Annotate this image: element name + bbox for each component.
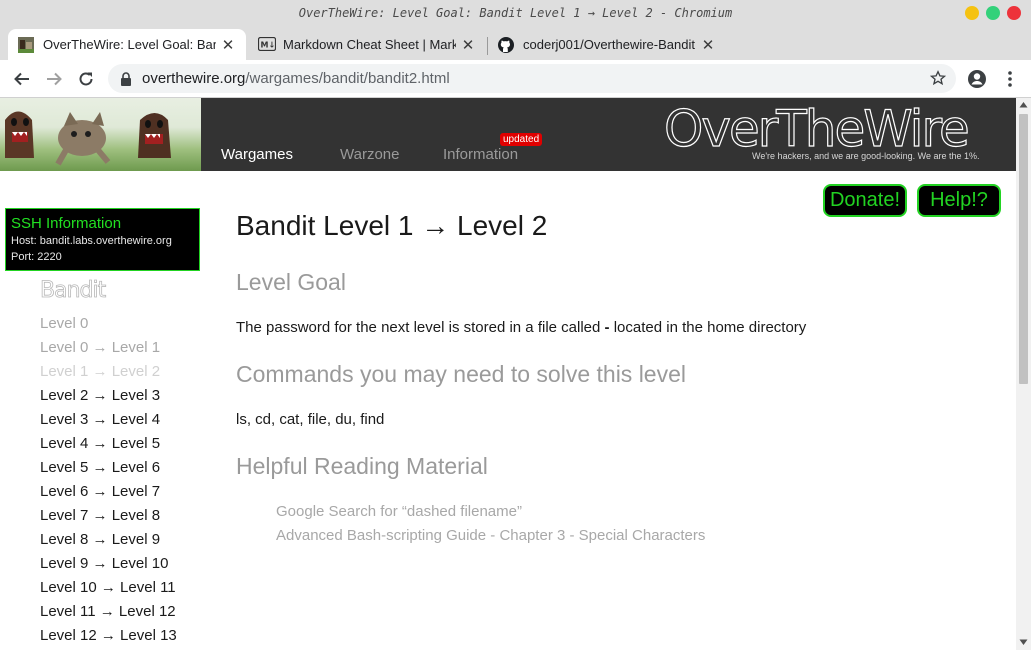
logo-text: OverTheWire xyxy=(664,102,968,152)
updated-badge: updated xyxy=(500,133,543,146)
nav-warzone[interactable]: Warzone xyxy=(340,146,399,163)
sidebar-item-level-0[interactable]: Level 0 xyxy=(40,312,177,336)
help-button[interactable]: Help!? xyxy=(917,184,1001,217)
forward-button[interactable] xyxy=(42,67,66,91)
sidebar-item-level-12-13[interactable]: Level 12 → Level 13 xyxy=(40,624,177,648)
window-titlebar: OverTheWire: Level Goal: Bandit Level 1 … xyxy=(0,0,1031,26)
window-title: OverTheWire: Level Goal: Bandit Level 1 … xyxy=(298,6,733,20)
close-tab-icon[interactable]: ✕ xyxy=(700,36,716,54)
sidebar-item-level-11-12[interactable]: Level 11 → Level 12 xyxy=(40,600,177,624)
page-title: Bandit Level 1 → Level 2 xyxy=(236,210,548,241)
nav-wargames[interactable]: Wargames xyxy=(221,146,293,163)
ssh-port: Port: 2220 xyxy=(11,251,62,263)
sidebar-item-level-6-7[interactable]: Level 6 → Level 7 xyxy=(40,480,177,504)
site-header: Wargames Warzone Information updated Ove… xyxy=(0,98,1016,171)
page-content: Wargames Warzone Information updated Ove… xyxy=(0,98,1016,650)
browser-menu-button[interactable] xyxy=(998,67,1022,91)
url-host: overthewire.org xyxy=(142,70,246,87)
reload-icon xyxy=(79,72,93,86)
tab-strip: OverTheWire: Level Goal: Bandit Level 1 … xyxy=(0,26,1031,81)
close-tab-icon[interactable]: ✕ xyxy=(220,36,236,54)
tab-overthewire[interactable]: OverTheWire: Level Goal: Bandit Level 1 … xyxy=(8,29,246,60)
svg-text:M↓: M↓ xyxy=(261,40,276,49)
goal-text-start: The password for the next level is store… xyxy=(236,319,605,336)
sidebar-item-level-4-5[interactable]: Level 4 → Level 5 xyxy=(40,432,177,456)
ssh-title: SSH Information xyxy=(11,215,122,232)
sidebar-item-level-10-11[interactable]: Level 10 → Level 11 xyxy=(40,576,177,600)
goal-text-end: located in the home directory xyxy=(609,319,807,336)
tab-markdown-cheat-sheet[interactable]: M↓ Markdown Cheat Sheet | Markdown Guide… xyxy=(248,29,486,60)
back-arrow-icon xyxy=(14,72,29,86)
account-icon xyxy=(968,70,986,88)
sidebar-item-level-9-10[interactable]: Level 9 → Level 10 xyxy=(40,552,177,576)
kebab-menu-icon xyxy=(1008,71,1012,87)
donate-button[interactable]: Donate! xyxy=(823,184,907,217)
commands-heading: Commands you may need to solve this leve… xyxy=(236,361,686,387)
bandit-logo: Bandit xyxy=(40,278,107,304)
close-tab-icon[interactable]: ✕ xyxy=(460,36,476,54)
level-goal-text: The password for the next level is store… xyxy=(236,319,806,336)
browser-toolbar: overthewire.org/wargames/bandit/bandit2.… xyxy=(0,60,1031,98)
lock-icon xyxy=(121,71,131,86)
tab-label: Markdown Cheat Sheet | Markdown Guide xyxy=(283,37,456,52)
nav-information[interactable]: Information xyxy=(443,146,518,163)
github-icon xyxy=(498,36,514,53)
markdown-icon: M↓ xyxy=(257,36,277,53)
sidebar-item-level-8-9[interactable]: Level 8 → Level 9 xyxy=(40,528,177,552)
sidebar-item-level-7-8[interactable]: Level 7 → Level 8 xyxy=(40,504,177,528)
scrollbar-thumb[interactable] xyxy=(1019,114,1028,384)
forward-arrow-icon xyxy=(47,72,62,86)
scroll-down-icon[interactable] xyxy=(1019,639,1028,646)
tab-label: coderj001/Overthewire-Bandit xyxy=(523,37,695,52)
page-scrollbar[interactable] xyxy=(1016,98,1031,650)
sidebar-item-level-2-3[interactable]: Level 2 → Level 3 xyxy=(40,384,177,408)
tab-label: OverTheWire: Level Goal: Bandit Level 1 … xyxy=(43,37,216,52)
header-mascot-image xyxy=(0,98,201,171)
overthewire-logo[interactable]: OverTheWire xyxy=(662,102,982,152)
tab-github-repo[interactable]: coderj001/Overthewire-Bandit ✕ xyxy=(488,29,726,60)
sidebar-item-level-3-4[interactable]: Level 3 → Level 4 xyxy=(40,408,177,432)
maximize-button[interactable] xyxy=(986,6,1000,20)
bookmark-star-icon[interactable] xyxy=(930,70,946,86)
level-sidebar: Level 0 Level 0 → Level 1 Level 1 → Leve… xyxy=(40,312,177,648)
close-window-button[interactable] xyxy=(1007,6,1021,20)
level-goal-heading: Level Goal xyxy=(236,269,346,295)
commands-text: ls, cd, cat, file, du, find xyxy=(236,411,385,428)
reading-link-google-search[interactable]: Google Search for “dashed filename” xyxy=(276,503,522,520)
scroll-up-icon[interactable] xyxy=(1019,101,1028,108)
address-bar[interactable]: overthewire.org/wargames/bandit/bandit2.… xyxy=(108,64,956,93)
otw-favicon-icon xyxy=(18,36,34,53)
sidebar-item-level-5-6[interactable]: Level 5 → Level 6 xyxy=(40,456,177,480)
sidebar-item-level-1-2[interactable]: Level 1 → Level 2 xyxy=(40,360,177,384)
back-button[interactable] xyxy=(10,67,34,91)
reload-button[interactable] xyxy=(74,67,98,91)
logo-tagline: We're hackers, and we are good-looking. … xyxy=(752,151,980,161)
url-path: /wargames/bandit/bandit2.html xyxy=(245,70,450,87)
profile-button[interactable] xyxy=(965,67,989,91)
sidebar-item-level-0-1[interactable]: Level 0 → Level 1 xyxy=(40,336,177,360)
ssh-host: Host: bandit.labs.overthewire.org xyxy=(11,235,172,247)
minimize-button[interactable] xyxy=(965,6,979,20)
window-controls xyxy=(965,6,1021,20)
reading-link-bash-guide[interactable]: Advanced Bash-scripting Guide - Chapter … xyxy=(276,527,705,544)
ssh-information-box: SSH Information Host: bandit.labs.overth… xyxy=(5,208,200,271)
reading-heading: Helpful Reading Material xyxy=(236,453,488,479)
